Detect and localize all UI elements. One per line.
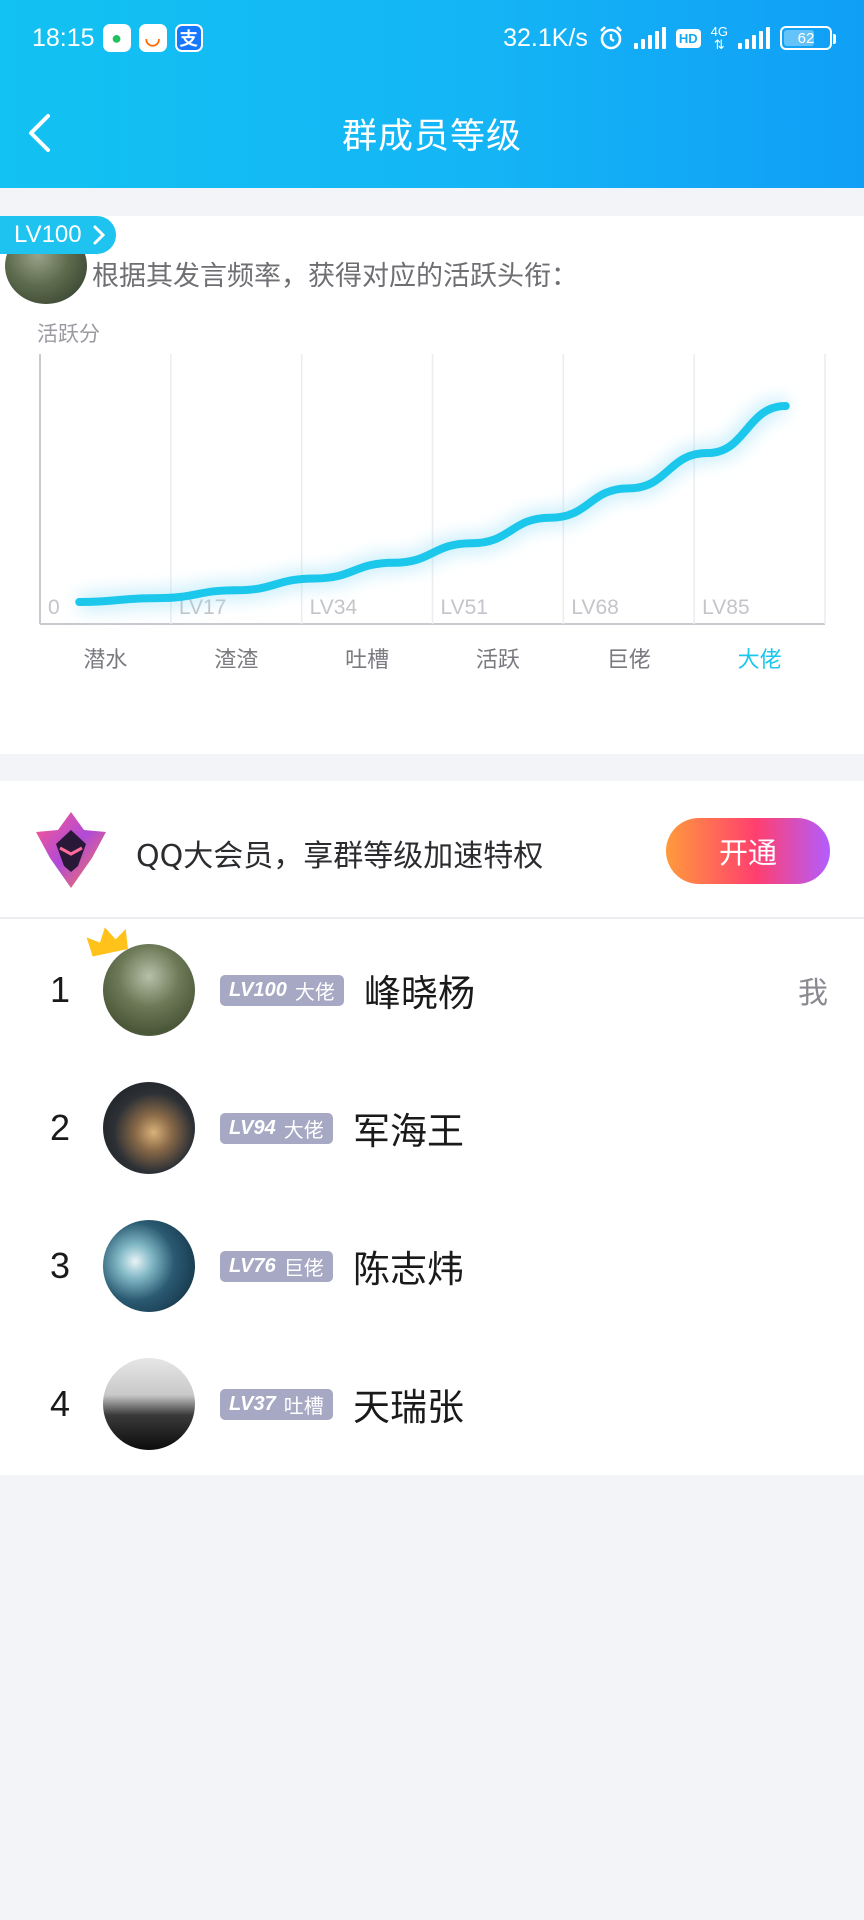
my-level-badge[interactable]: LV100 <box>0 216 116 254</box>
category-label: 吐槽 <box>345 648 389 673</box>
activity-chart: 0 LV17 LV34 LV51 LV68 LV85 潜水 渣渣 吐槽 活跃 巨佬 大佬 <box>39 354 826 673</box>
category-label: 大佬 <box>738 648 782 673</box>
nav-bar: 群成员等级 <box>0 90 864 176</box>
category-label: 活跃 <box>476 648 520 673</box>
member-name: 军海王 <box>353 1110 464 1153</box>
member-section: QQ大会员，享群等级加速特权 开通 1 LV100 大佬 峰晓杨 我 2 LV9… <box>0 781 864 1475</box>
alipay-icon: 支 <box>174 24 203 52</box>
taobao-icon: ◡ <box>138 24 167 52</box>
rank-number: 2 <box>50 1107 71 1148</box>
alarm-icon <box>599 26 622 50</box>
level-title: 巨佬 <box>283 1255 324 1280</box>
level-tag: LV37 吐槽 <box>220 1388 333 1420</box>
x-tick-label: LV68 <box>571 596 619 619</box>
category-label: 潜水 <box>83 648 127 673</box>
battery-icon: 62 <box>780 26 836 50</box>
open-vip-button[interactable]: 开通 <box>666 818 830 884</box>
wechat-icon: ● <box>102 24 131 52</box>
rank-list: 1 LV100 大佬 峰晓杨 我 2 LV94 大佬 军海王 3 LV76 巨佬… <box>0 921 864 1473</box>
status-bar: 18:15 ● ◡ 支 32.1K/s HD 4G ⇅ 62 <box>0 0 864 76</box>
hd-badge: HD <box>675 28 701 48</box>
level-value: LV100 <box>229 978 287 1001</box>
rank-number: 3 <box>50 1245 71 1286</box>
level-value: LV37 <box>229 1392 276 1415</box>
y-axis-label: 活跃分 <box>37 322 100 346</box>
x-tick-label: LV51 <box>441 596 489 619</box>
me-label: 我 <box>798 976 828 1011</box>
level-title: 大佬 <box>283 1117 324 1142</box>
net-speed: 32.1K/s <box>503 23 588 52</box>
rank-number: 1 <box>50 969 71 1010</box>
status-time: 18:15 <box>32 23 95 52</box>
rank-row[interactable]: 3 LV76 巨佬 陈志炜 <box>0 1197 864 1335</box>
rank-row[interactable]: 2 LV94 大佬 军海王 <box>0 1059 864 1197</box>
member-avatar[interactable] <box>103 1358 195 1450</box>
category-label: 渣渣 <box>214 648 258 673</box>
vip-diamond-icon <box>36 812 106 888</box>
x-tick-label: 0 <box>48 596 60 619</box>
x-tick-label: LV85 <box>702 596 750 619</box>
signal-icon <box>633 27 666 49</box>
promo-text: QQ大会员，享群等级加速特权 <box>136 839 544 874</box>
member-avatar[interactable] <box>103 1220 195 1312</box>
level-tag: LV76 巨佬 <box>220 1250 333 1282</box>
level-title: 吐槽 <box>283 1393 324 1418</box>
rank-number: 4 <box>50 1383 71 1424</box>
level-tag: LV94 大佬 <box>220 1112 333 1144</box>
level-value: LV94 <box>229 1116 276 1139</box>
level-title: 大佬 <box>294 979 335 1004</box>
rank-row[interactable]: 4 LV37 吐槽 天瑞张 <box>0 1335 864 1473</box>
member-name: 天瑞张 <box>353 1386 464 1429</box>
vip-promo-row[interactable]: QQ大会员，享群等级加速特权 开通 <box>0 781 864 919</box>
crown-icon <box>86 927 128 957</box>
my-level-label: LV100 <box>14 221 82 248</box>
category-label: 巨佬 <box>607 648 651 673</box>
battery-level: 62 <box>797 29 815 47</box>
level-chart-card: LV100 根据其发言频率，获得对应的活跃头衔： 活跃分 0 LV17 LV34 LV… <box>0 216 864 754</box>
intro-text: 根据其发言频率，获得对应的活跃头衔： <box>92 261 578 292</box>
member-name: 峰晓杨 <box>364 972 475 1015</box>
level-tag: LV100 大佬 <box>220 974 344 1006</box>
member-avatar[interactable] <box>103 1082 195 1174</box>
net-type: 4G ⇅ <box>710 24 728 52</box>
back-arrow-icon <box>29 114 50 152</box>
rank-row[interactable]: 1 LV100 大佬 峰晓杨 我 <box>0 921 864 1059</box>
header: 18:15 ● ◡ 支 32.1K/s HD 4G ⇅ 62 群成员等级 <box>0 0 864 188</box>
back-button[interactable] <box>14 108 64 158</box>
member-name: 陈志炜 <box>353 1248 464 1291</box>
chevron-right-icon <box>93 225 105 245</box>
level-value: LV76 <box>229 1254 276 1277</box>
signal-icon-2 <box>738 27 770 49</box>
page-title: 群成员等级 <box>341 116 522 157</box>
x-tick-label: LV34 <box>310 596 358 619</box>
